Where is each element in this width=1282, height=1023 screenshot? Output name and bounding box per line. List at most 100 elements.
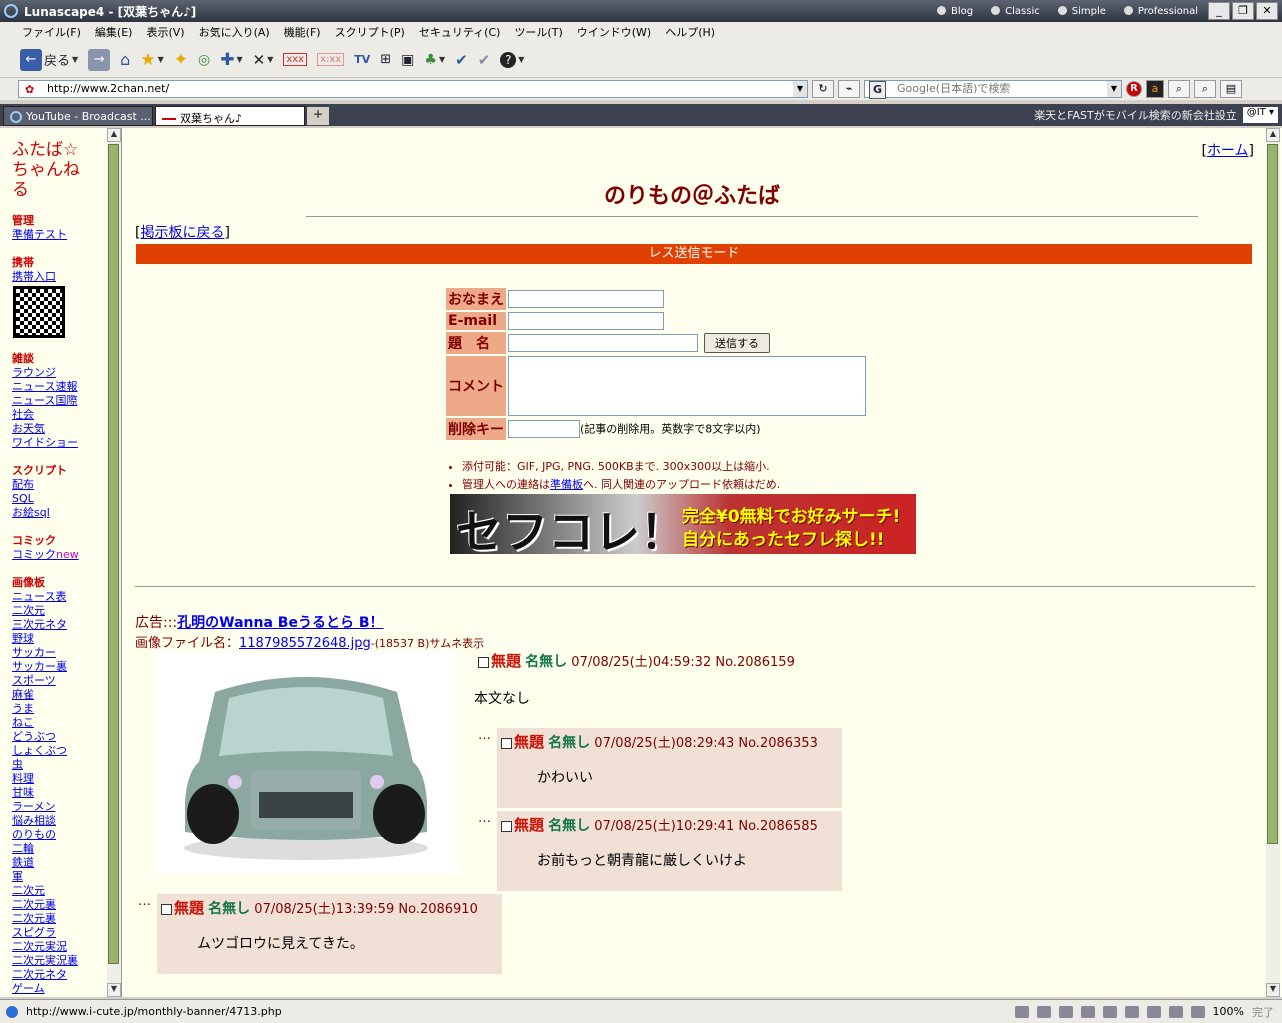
status-tool-icon[interactable] bbox=[1014, 1005, 1029, 1018]
forward-button[interactable]: → bbox=[88, 48, 111, 71]
users-button[interactable]: ♣ ▼ bbox=[424, 52, 445, 68]
status-tool-icon[interactable] bbox=[1146, 1005, 1161, 1018]
comment-textarea[interactable] bbox=[508, 356, 866, 416]
search-dropdown-icon[interactable]: ▼ bbox=[1107, 81, 1121, 97]
zoom-level[interactable]: 100% bbox=[1213, 1005, 1244, 1018]
menu-favorites[interactable]: お気に入り(A) bbox=[199, 24, 270, 40]
sidebar-link[interactable]: スポーツ bbox=[0, 674, 121, 688]
sidebar-link[interactable]: 二次元 bbox=[0, 884, 121, 898]
sidebar-link[interactable]: ラウンジ bbox=[0, 366, 121, 380]
sidebar-link[interactable]: サッカー裏 bbox=[0, 660, 121, 674]
zoom-icon[interactable] bbox=[1190, 1005, 1205, 1018]
refresh-button[interactable]: ↻ bbox=[812, 80, 834, 98]
sidebar-link[interactable]: 野球 bbox=[0, 632, 121, 646]
tab-youtube[interactable]: YouTube - Broadcast ... bbox=[3, 106, 153, 126]
sidebar-link[interactable]: お絵sql bbox=[0, 506, 121, 520]
check-all-button[interactable]: ✔ bbox=[478, 51, 491, 69]
sidebar-link[interactable]: 社会 bbox=[0, 408, 121, 422]
menu-help[interactable]: ヘルプ(H) bbox=[665, 24, 715, 40]
delete-checkbox[interactable] bbox=[161, 904, 172, 915]
menu-view[interactable]: 表示(V) bbox=[146, 24, 184, 40]
tv-button[interactable]: TV bbox=[354, 53, 370, 66]
post-number[interactable]: No.2086585 bbox=[738, 819, 817, 834]
menu-edit[interactable]: 編集(E) bbox=[95, 24, 133, 40]
sidebar-link[interactable]: 二次元実況 bbox=[0, 940, 121, 954]
news-ticker[interactable]: 楽天とFASTがモバイル検索の新会社設立 bbox=[1034, 107, 1237, 123]
close-button[interactable]: ✕ bbox=[1256, 2, 1278, 20]
ad-banner[interactable]: セフコレ！ 完全¥0無料でお好みサーチ! 自分にあったセフレ探し!! bbox=[450, 494, 916, 554]
tab-futaba[interactable]: 双葉ちゃん♪ bbox=[155, 106, 305, 126]
sidebar-link[interactable]: お天気 bbox=[0, 422, 121, 436]
menu-security[interactable]: セキュリティ(C) bbox=[419, 24, 501, 40]
email-field[interactable] bbox=[508, 312, 664, 330]
add-favorite-button[interactable]: ✦ bbox=[174, 50, 188, 70]
sidebar-link[interactable]: 二次元実況裏 bbox=[0, 954, 121, 968]
delete-key-field[interactable] bbox=[508, 420, 580, 438]
scroll-thumb[interactable] bbox=[1267, 144, 1278, 844]
speaker-icon[interactable] bbox=[1080, 1005, 1095, 1018]
news-source-select[interactable]: @IT ▾ bbox=[1242, 107, 1278, 123]
sidebar-link[interactable]: 甘味 bbox=[0, 786, 121, 800]
new-window-button[interactable]: ✚ ▼ bbox=[220, 50, 242, 70]
menu-script[interactable]: スクリプト(P) bbox=[335, 24, 405, 40]
sidebar-link[interactable]: ニュース速報 bbox=[0, 380, 121, 394]
sidebar-link[interactable]: 二次元ネタ bbox=[0, 968, 121, 982]
ie-engine-icon[interactable] bbox=[6, 1005, 18, 1018]
address-dropdown-icon[interactable]: ▼ bbox=[793, 81, 807, 97]
post-number[interactable]: No.2086353 bbox=[738, 736, 817, 751]
sidebar-link[interactable]: 配布 bbox=[0, 478, 121, 492]
menu-file[interactable]: ファイル(F) bbox=[22, 24, 81, 40]
new-tab-button[interactable]: + bbox=[307, 107, 329, 125]
subject-field[interactable] bbox=[508, 334, 698, 352]
page-search-button[interactable]: ⌕ bbox=[1194, 80, 1216, 98]
sidebar-link[interactable]: 悩み相談 bbox=[0, 814, 121, 828]
sidebar-link[interactable]: ニュース表 bbox=[0, 590, 121, 604]
post-number[interactable]: No.2086159 bbox=[715, 655, 794, 670]
sidebar-link[interactable]: 二次元裏 bbox=[0, 898, 121, 912]
image-file-link[interactable]: 1187985572648.jpg bbox=[239, 636, 371, 651]
sidebar-link[interactable]: 虫 bbox=[0, 758, 121, 772]
scroll-down-icon[interactable]: ▼ bbox=[107, 983, 121, 997]
sidebar-link[interactable]: 携帯入口 bbox=[0, 270, 121, 284]
skin-classic[interactable]: Classic bbox=[991, 6, 1040, 17]
sidebar-link[interactable]: スピグラ bbox=[0, 926, 121, 940]
rakuten-button[interactable]: R bbox=[1126, 81, 1142, 97]
menu-tools[interactable]: ツール(T) bbox=[514, 24, 562, 40]
favorites-button[interactable]: ★ ▼ bbox=[140, 50, 163, 70]
search-go-button[interactable]: ⌕ bbox=[1168, 80, 1190, 98]
sidebar-link[interactable]: 鉄道 bbox=[0, 856, 121, 870]
scroll-thumb[interactable] bbox=[108, 144, 119, 964]
scroll-down-icon[interactable]: ▼ bbox=[1266, 983, 1280, 997]
close-tab-button[interactable]: ✕ ▼ bbox=[253, 51, 274, 69]
highlight-button[interactable]: ▤ bbox=[1220, 80, 1242, 98]
sidebar-link[interactable]: 軍 bbox=[0, 870, 121, 884]
post-number[interactable]: No.2086910 bbox=[398, 902, 477, 917]
sidebar-link[interactable]: ゲーム bbox=[0, 982, 121, 996]
maximize-button[interactable]: ❐ bbox=[1232, 2, 1254, 20]
sidebar-link[interactable]: 二輪 bbox=[0, 842, 121, 856]
skin-professional[interactable]: Professional bbox=[1123, 6, 1198, 17]
sidebar-link[interactable]: どうぶつ bbox=[0, 730, 121, 744]
sidebar-link[interactable]: 二次元 bbox=[0, 604, 121, 618]
minimize-button[interactable]: _ bbox=[1208, 2, 1230, 20]
delete-checkbox[interactable] bbox=[501, 738, 512, 749]
scroll-up-icon[interactable]: ▲ bbox=[107, 128, 121, 142]
text-ad-link[interactable]: 孔明のWanna Beうるとら B！ bbox=[177, 615, 383, 631]
tile-button[interactable]: ⊞ bbox=[380, 52, 391, 67]
sidebar-link[interactable]: ねこ bbox=[0, 716, 121, 730]
sidebar-link[interactable]: ワイドショー bbox=[0, 436, 121, 450]
sidebar-link[interactable]: しょくぶつ bbox=[0, 744, 121, 758]
delete-checkbox[interactable] bbox=[478, 657, 489, 668]
sidebar-link[interactable]: 二次元裏 bbox=[0, 912, 121, 926]
sidebar-scrollbar[interactable]: ▲ ▼ bbox=[107, 128, 121, 997]
sidebar-link[interactable]: サッカー bbox=[0, 646, 121, 660]
lock-icon[interactable] bbox=[1168, 1005, 1183, 1018]
delete-checkbox[interactable] bbox=[501, 821, 512, 832]
sidebar-link[interactable]: 麻雀 bbox=[0, 688, 121, 702]
sidebar-link[interactable]: コミックnew bbox=[0, 548, 121, 562]
sidebar-link[interactable]: 三次元ネタ bbox=[0, 618, 121, 632]
address-input[interactable]: ✿ http://www.2chan.net/ ▼ bbox=[18, 80, 808, 98]
back-to-board-link[interactable]: 掲示板に戻る bbox=[140, 225, 224, 241]
sidebar-link[interactable]: ラーメン bbox=[0, 800, 121, 814]
status-tool-icon[interactable] bbox=[1124, 1005, 1139, 1018]
